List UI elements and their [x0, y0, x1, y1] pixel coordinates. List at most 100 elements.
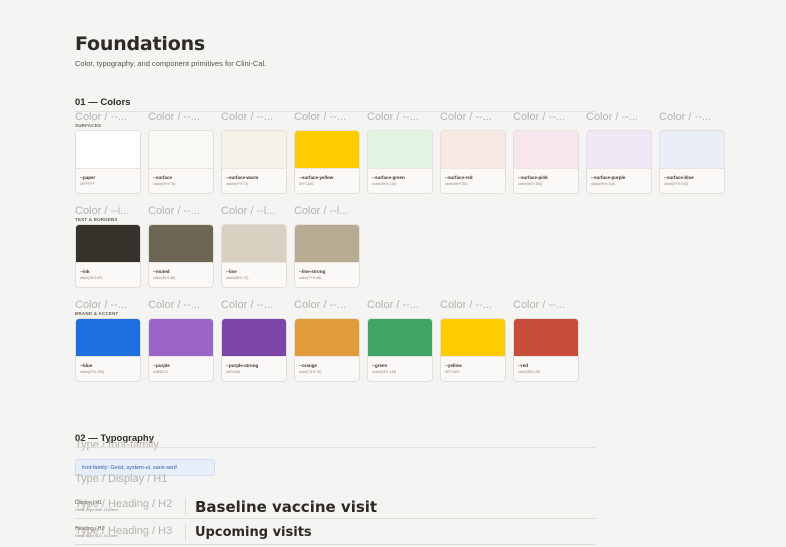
color-swatch[interactable]: --yellow #FFC800: [440, 318, 506, 382]
ghost-label: Color / --...: [221, 299, 273, 311]
swatch-token-value: oklch(63% 149): [372, 370, 397, 374]
swatch-token-name: --purple: [153, 363, 170, 368]
ghost-label: Color / --...: [659, 111, 711, 123]
swatch-token-name: --blue: [80, 363, 93, 368]
group-label-brand-accent: BRAND & ACCENT: [75, 311, 119, 316]
swatch-row-surfaces: --paper #FFFFFF --surface oklch(99% 76) --su…: [75, 130, 725, 194]
page-subtitle: Color, typography, and component primiti…: [75, 59, 267, 68]
ghost-label: Color / --...: [367, 299, 419, 311]
swatch-token-name: --muted: [153, 269, 170, 274]
swatch-color-chip: [368, 319, 432, 357]
ghost-label: Color / --...: [513, 299, 565, 311]
color-swatch[interactable]: --ink oklch(28% 62): [75, 224, 141, 288]
swatch-token-value: oklch(96% 356): [518, 182, 543, 186]
swatch-color-chip: [587, 131, 651, 169]
color-swatch[interactable]: --surface oklch(99% 76): [148, 130, 214, 194]
swatch-color-chip: [149, 225, 213, 263]
swatch-color-chip: [295, 319, 359, 357]
ghost-label: Type / font-family: [75, 439, 159, 451]
color-swatch[interactable]: --paper #FFFFFF: [75, 130, 141, 194]
swatch-token-name: --surface-pink: [518, 175, 548, 180]
swatch-token-name: --red: [518, 363, 528, 368]
ghost-label: Color / --...: [75, 299, 127, 311]
swatch-token-value: oklch(57% 258): [80, 370, 105, 374]
group-label-text-borders: TEXT & BORDERS: [75, 217, 118, 222]
swatch-token-value: #FFC800: [445, 370, 460, 374]
swatch-color-chip: [295, 225, 359, 263]
swatch-color-chip: [295, 131, 359, 169]
swatch-token-value: oklch(50% 68): [153, 276, 176, 280]
swatch-token-value: oklch(58% 29): [518, 370, 541, 374]
color-swatch[interactable]: --purple #9B65C8: [148, 318, 214, 382]
color-swatch[interactable]: --blue oklch(57% 258): [75, 318, 141, 382]
swatch-token-name: --surface-purple: [591, 175, 626, 180]
swatch-row-text-borders: --ink oklch(28% 62) --muted oklch(50% 68) --…: [75, 224, 360, 288]
swatch-token-name: --surface-red: [445, 175, 473, 180]
swatch-color-chip: [149, 319, 213, 357]
swatch-color-chip: [222, 131, 286, 169]
swatch-token-value: oklch(95% 310): [591, 182, 616, 186]
ghost-label: Color / --l...: [294, 205, 349, 217]
color-swatch[interactable]: --orange oklch(73% 70): [294, 318, 360, 382]
swatch-token-value: #FFFFFF: [80, 182, 95, 186]
ghost-label: Color / --...: [75, 111, 127, 123]
swatch-color-chip: [76, 131, 140, 169]
swatch-token-name: --surface-blue: [664, 175, 694, 180]
ghost-label: Color / --...: [586, 111, 638, 123]
ghost-label: Color / --...: [440, 299, 492, 311]
page-title: Foundations: [75, 33, 206, 55]
color-swatch[interactable]: --red oklch(58% 29): [513, 318, 579, 382]
swatch-token-name: --orange: [299, 363, 317, 368]
swatch-token-value: oklch(77% 68): [299, 276, 322, 280]
swatch-color-chip: [149, 131, 213, 169]
swatch-row-brand-accent: --blue oklch(57% 258) --purple #9B65C8 --pur…: [75, 318, 579, 382]
color-swatch[interactable]: --line oklch(88% 72): [221, 224, 287, 288]
swatch-token-value: #FFC800: [299, 182, 314, 186]
swatch-token-name: --line: [226, 269, 237, 274]
swatch-token-name: --surface-green: [372, 175, 405, 180]
group-label-surfaces: SURFACES: [75, 123, 102, 128]
ghost-label: Color / --...: [294, 299, 346, 311]
ghost-label: Color / --...: [148, 299, 200, 311]
swatch-color-chip: [441, 319, 505, 357]
type-sample-h3: Upcoming visits: [195, 525, 312, 540]
color-swatch[interactable]: --surface-pink oklch(96% 356): [513, 130, 579, 194]
swatch-token-value: oklch(95% 148): [372, 182, 397, 186]
color-swatch[interactable]: --purple-strong #8044A8: [221, 318, 287, 382]
color-swatch[interactable]: --surface-green oklch(95% 148): [367, 130, 433, 194]
swatch-token-value: oklch(97% 72): [226, 182, 249, 186]
swatch-color-chip: [76, 225, 140, 263]
color-swatch[interactable]: --muted oklch(50% 68): [148, 224, 214, 288]
swatch-color-chip: [222, 225, 286, 263]
color-swatch[interactable]: --green oklch(63% 149): [367, 318, 433, 382]
swatch-token-name: --surface-warm: [226, 175, 259, 180]
swatch-token-name: --surface-yellow: [299, 175, 334, 180]
ghost-label: Color / --l...: [221, 205, 276, 217]
color-swatch[interactable]: --surface-blue oklch(97% 240): [659, 130, 725, 194]
ghost-label: Color / --i...: [75, 205, 130, 217]
swatch-token-name: --purple-strong: [226, 363, 259, 368]
color-swatch[interactable]: --surface-red oklch(96% 30): [440, 130, 506, 194]
swatch-token-name: --green: [372, 363, 388, 368]
swatch-token-value: oklch(97% 240): [664, 182, 689, 186]
swatch-token-value: oklch(96% 30): [445, 182, 468, 186]
swatch-color-chip: [222, 319, 286, 357]
swatch-token-value: #8044A8: [226, 370, 241, 374]
color-swatch[interactable]: --line-strong oklch(77% 68): [294, 224, 360, 288]
color-swatch[interactable]: --surface-warm oklch(97% 72): [221, 130, 287, 194]
row-divider: [185, 498, 186, 515]
ghost-label: Type / Heading / H2: [75, 498, 173, 510]
color-swatch[interactable]: --surface-purple oklch(95% 310): [586, 130, 652, 194]
ghost-label: Color / --...: [294, 111, 346, 123]
swatch-color-chip: [441, 131, 505, 169]
swatch-token-value: oklch(99% 76): [153, 182, 176, 186]
ghost-label: Color / --...: [221, 111, 273, 123]
type-row-h2: Display / H1 Geist 22px 600 -0.02em Type…: [75, 495, 595, 519]
typography-divider: [75, 447, 595, 448]
ghost-label: Type / Display / H1: [75, 473, 168, 485]
color-swatch[interactable]: --surface-yellow #FFC800: [294, 130, 360, 194]
colors-section-title: 01 — Colors: [75, 97, 131, 108]
swatch-color-chip: [76, 319, 140, 357]
swatch-color-chip: [368, 131, 432, 169]
swatch-color-chip: [514, 319, 578, 357]
